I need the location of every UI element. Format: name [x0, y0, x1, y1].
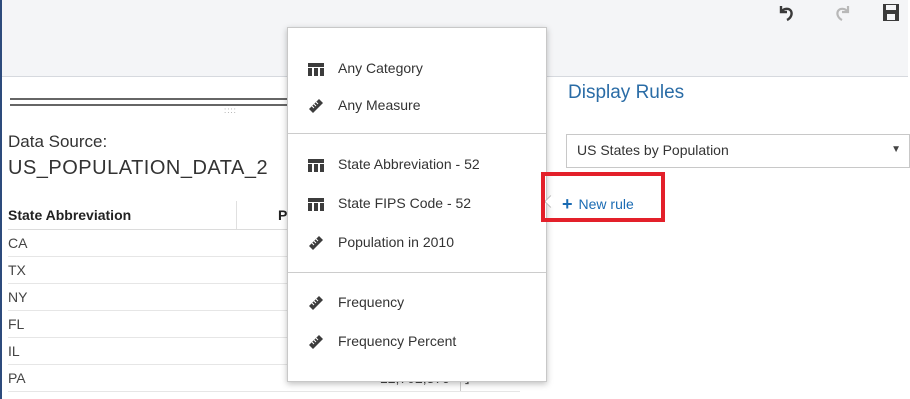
redo-icon[interactable] [834, 2, 852, 22]
menu-item-population-2010[interactable]: Population in 2010 [288, 224, 546, 262]
cell-state: NY [8, 289, 28, 305]
data-source-name: US_POPULATION_DATA_2 [8, 157, 269, 179]
menu-item-state-fips-code[interactable]: State FIPS Code - 52 [288, 185, 546, 223]
new-rule-button[interactable]: + New rule [562, 194, 634, 215]
menu-item-label: State Abbreviation - 52 [338, 156, 480, 172]
column-header-state[interactable]: State Abbreviation [8, 207, 131, 223]
menu-item-state-abbreviation[interactable]: State Abbreviation - 52 [288, 146, 546, 184]
chevron-down-icon[interactable]: ▼ [891, 144, 901, 155]
menu-item-any-category[interactable]: Any Category [288, 50, 546, 88]
plus-icon: + [562, 194, 573, 214]
menu-item-label: State FIPS Code - 52 [338, 195, 472, 211]
menu-item-label: Frequency [338, 294, 405, 310]
cell-state: FL [8, 316, 25, 332]
menu-separator [288, 133, 546, 134]
measure-icon [309, 296, 323, 310]
dropdown-selected-value: US States by Population [577, 142, 729, 158]
menu-item-label: Any Measure [338, 97, 421, 113]
measure-icon [309, 99, 323, 113]
category-icon [308, 198, 324, 211]
menu-item-frequency[interactable]: Frequency [288, 284, 546, 322]
data-item-popup-menu: Any Category Any Measure State Abbreviat… [287, 27, 547, 382]
display-rules-pane: Display Rules US States by Population ▼ … [541, 77, 910, 399]
rule-set-dropdown[interactable]: US States by Population ▼ [566, 134, 910, 168]
column-separator [236, 201, 237, 229]
menu-item-label: Frequency Percent [338, 333, 457, 349]
cell-state: TX [8, 262, 26, 278]
save-icon[interactable] [882, 2, 900, 22]
measure-icon [309, 335, 323, 349]
undo-icon[interactable] [777, 2, 795, 22]
measure-icon [309, 236, 323, 250]
cell-state: PA [8, 370, 26, 386]
category-icon [308, 63, 324, 76]
splitter-grip-icon[interactable]: :::: [224, 106, 237, 115]
menu-item-label: Population in 2010 [338, 234, 454, 250]
menu-separator [288, 272, 546, 273]
menu-item-any-measure[interactable]: Any Measure [288, 87, 546, 125]
display-rules-title: Display Rules [568, 82, 685, 103]
menu-item-frequency-percent[interactable]: Frequency Percent [288, 323, 546, 361]
category-icon [308, 159, 324, 172]
column-header-population[interactable]: P [278, 207, 287, 223]
menu-item-label: Any Category [338, 60, 423, 76]
data-source-label: Data Source: [8, 132, 108, 151]
new-rule-label: New rule [578, 196, 634, 212]
cell-state: CA [8, 235, 28, 251]
cell-state: IL [8, 343, 20, 359]
